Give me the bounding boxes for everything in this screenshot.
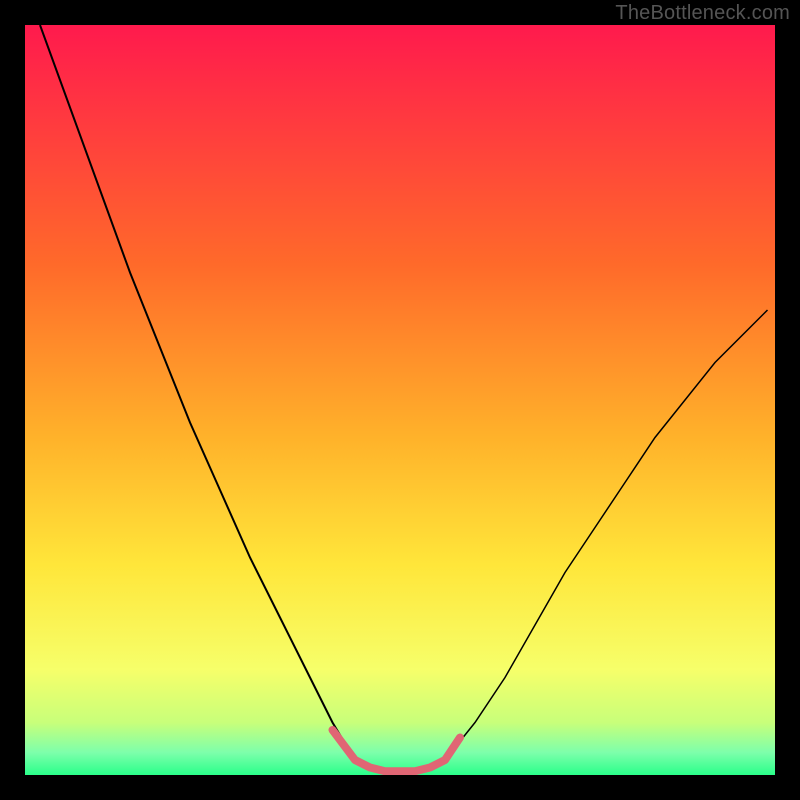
plot-area — [25, 25, 775, 775]
series-right-curve — [445, 310, 768, 760]
series-left-curve — [40, 25, 355, 760]
series-bottom-highlight — [333, 730, 461, 771]
watermark-text: TheBottleneck.com — [615, 2, 790, 25]
chart-frame: TheBottleneck.com — [0, 0, 800, 800]
curve-layer — [25, 25, 775, 775]
